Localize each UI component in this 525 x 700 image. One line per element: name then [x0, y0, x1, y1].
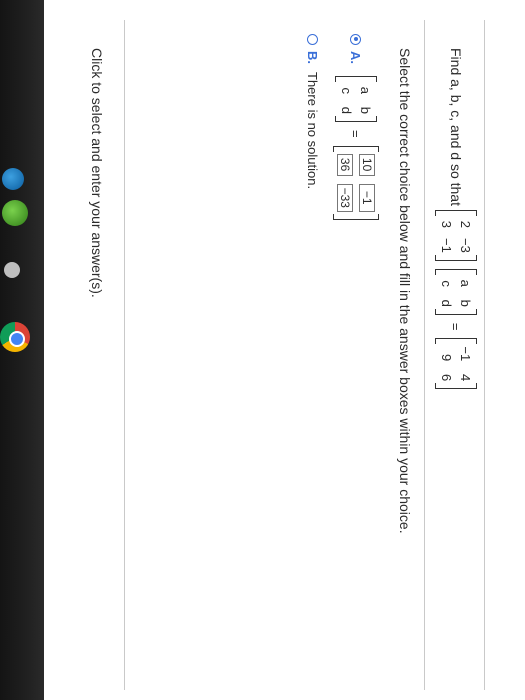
radio-button-selected[interactable] — [350, 34, 362, 45]
matrix-cell: d — [439, 299, 454, 307]
choice-text: There is no solution. — [305, 72, 320, 190]
coefficient-matrix: 2 −3 3 −1 — [437, 210, 475, 261]
answer-box[interactable]: −33 — [337, 183, 353, 212]
equals-sign: = — [448, 322, 464, 331]
divider — [424, 20, 425, 690]
answer-matrix: 10 −1 36 −33 — [335, 146, 377, 220]
app-icon[interactable] — [2, 168, 24, 190]
matrix-cell: c — [439, 280, 454, 287]
app-icon[interactable] — [4, 262, 20, 278]
problem-page: Find a, b, c, and d so that 2 −3 3 −1 a … — [44, 0, 525, 700]
instruction-text: Select the correct choice below and fill… — [397, 48, 413, 534]
divider — [484, 20, 485, 690]
taskbar — [0, 0, 44, 700]
matrix-cell: a — [458, 279, 473, 287]
matrix-cell: 3 — [439, 220, 454, 228]
matrix-cell: −1 — [439, 238, 454, 253]
equals-sign: = — [348, 130, 364, 138]
matrix-cell: 9 — [439, 354, 454, 362]
choice-a[interactable]: A. a b c d = 10 −1 36 −33 — [335, 34, 377, 224]
matrix-cell: c — [339, 87, 354, 95]
question: Find a, b, c, and d so that 2 −3 3 −1 a … — [437, 48, 475, 393]
answer-box[interactable]: −1 — [359, 183, 375, 212]
answer-box[interactable]: 36 — [337, 153, 353, 176]
divider — [124, 20, 125, 690]
app-icon[interactable] — [2, 200, 28, 226]
result-matrix: −1 4 9 6 — [437, 338, 475, 389]
matrix-cell: −1 — [458, 346, 473, 362]
variable-matrix: a b c d — [437, 269, 475, 315]
matrix-cell: b — [458, 299, 473, 307]
chrome-icon[interactable] — [0, 322, 30, 352]
footer-hint: Click to select and enter your answer(s)… — [89, 48, 105, 298]
choice-b[interactable]: B. There is no solution. — [305, 34, 320, 189]
matrix-cell: b — [358, 106, 373, 114]
matrix-cell: a — [358, 86, 373, 94]
matrix-cell: 2 — [458, 220, 473, 228]
answer-box[interactable]: 10 — [359, 153, 375, 176]
question-prompt: Find a, b, c, and d so that — [448, 48, 464, 206]
matrix-cell: 6 — [439, 374, 454, 382]
variable-matrix: a b c d — [337, 76, 375, 122]
choice-letter: A. — [348, 51, 364, 64]
matrix-cell: −3 — [458, 238, 473, 253]
radio-button[interactable] — [307, 34, 318, 45]
matrix-cell: 4 — [458, 374, 473, 382]
matrix-cell: d — [339, 106, 354, 114]
choice-letter: B. — [305, 51, 320, 64]
